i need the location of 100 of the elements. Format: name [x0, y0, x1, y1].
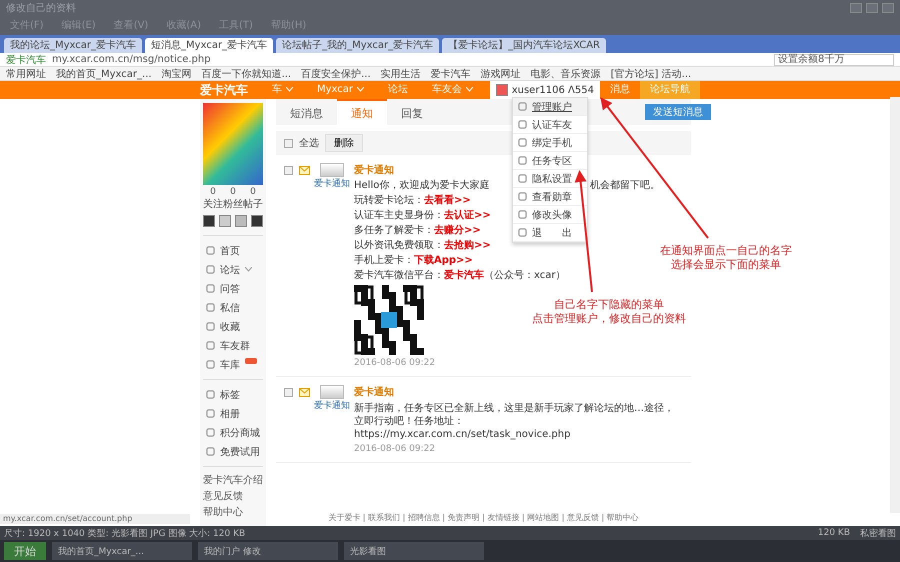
sidebar-item[interactable]: 私信: [203, 299, 263, 316]
nav-icon: [206, 409, 215, 418]
search-field[interactable]: 设置余额8千万: [774, 54, 894, 66]
sidebar-item[interactable]: 车友群: [203, 337, 263, 354]
sidebar-link[interactable]: 论坛: [220, 262, 240, 276]
status-url: my.xcar.com.cn/set/account.php: [0, 514, 190, 524]
notice-text: 爱卡汽车微信平台：爱卡汽车（公众号：xcar）: [354, 270, 566, 282]
notice-link[interactable]: 去赚分>>: [434, 225, 481, 236]
browser-tab[interactable]: 我的论坛_Myxcar_爱卡汽车: [4, 38, 142, 53]
notice-link[interactable]: 去抢购>>: [444, 240, 491, 251]
notice-avatar: [320, 163, 344, 177]
notice-text: 机会都留下吧。: [590, 180, 660, 192]
select-all-checkbox[interactable]: [284, 138, 293, 148]
bookmark-link[interactable]: 常用网址: [6, 67, 46, 80]
nav-icon: [206, 390, 215, 399]
sidebar-item[interactable]: 论坛: [203, 261, 263, 278]
site-label: 爱卡汽车: [6, 54, 46, 66]
viewer-button[interactable]: 私密看图: [860, 526, 896, 540]
sidebar-link[interactable]: 问答: [220, 282, 240, 296]
image-info: 尺寸: 1920 x 1040 类型: 光影看图 JPG 图像 大小: 120 KB: [4, 528, 246, 540]
envelope-icon: [299, 388, 310, 397]
notice-text: 认证车主史显身份：去认证>>: [354, 210, 491, 222]
sidebar-link[interactable]: 积分商城: [220, 426, 260, 440]
dropdown-item[interactable]: 绑定手机: [513, 134, 587, 152]
minimize-button[interactable]: [850, 2, 862, 12]
bookmark-link[interactable]: 我的首页_Myxcar_...: [56, 67, 152, 80]
sidebar-link[interactable]: 标签: [220, 388, 240, 402]
message-tab[interactable]: 短消息: [276, 99, 337, 125]
sidebar-footer-link[interactable]: 爱卡汽车介绍: [203, 473, 263, 487]
browser-tab[interactable]: 【爱卡论坛】_国内汽车论坛XCAR: [442, 38, 606, 53]
bookmark-link[interactable]: 百度一下你就知道...: [202, 67, 292, 80]
avatar-caption: 爱卡通知: [314, 400, 350, 412]
dropdown-item[interactable]: 退 出: [513, 224, 587, 242]
bookmark-link[interactable]: 淘宝网: [162, 67, 192, 80]
user-menu-button[interactable]: xuser1106 Λ554: [490, 81, 600, 99]
annotation-text: 自己名字下隐藏的菜单 点击管理账户，修改自己的资料: [532, 298, 686, 326]
sidebar-link[interactable]: 车库: [220, 358, 240, 372]
nav-icon: [206, 341, 215, 350]
nav-icon: [206, 447, 215, 456]
envelope-icon: [299, 166, 310, 175]
notice-avatar: [320, 385, 344, 399]
bookmark-link[interactable]: [官方论坛] 活动...: [610, 67, 692, 80]
url-field[interactable]: my.xcar.com.cn/msg/notice.php: [52, 54, 768, 65]
bookmark-link[interactable]: 实用生活: [380, 67, 421, 80]
sidebar-footer-link[interactable]: 意见反馈: [203, 489, 263, 503]
nav-icon: [206, 246, 215, 255]
select-all-label[interactable]: 全选: [299, 136, 319, 150]
sidebar-item[interactable]: 首页: [203, 242, 263, 259]
dropdown-item[interactable]: 管理账户: [513, 98, 587, 116]
notice-text: Hello你，欢迎成为爱卡大家庭: [354, 180, 490, 192]
sidebar-link[interactable]: 相册: [220, 406, 240, 420]
sidebar-link[interactable]: 收藏: [220, 320, 240, 334]
notice-checkbox[interactable]: [284, 166, 293, 175]
dropdown-item[interactable]: 隐私设置: [513, 170, 587, 188]
stat-label[interactable]: 粉丝: [223, 197, 243, 211]
sidebar-item[interactable]: 车库: [203, 356, 263, 373]
sidebar-item[interactable]: 收藏: [203, 318, 263, 335]
bookmark-link[interactable]: 游戏网址: [480, 67, 521, 80]
browser-tab[interactable]: 短消息_Myxcar_爱卡汽车: [145, 38, 274, 53]
bookmark-link[interactable]: 百度安全保护...: [301, 67, 371, 80]
notice-text: 手机上爱卡：下载App>>: [354, 255, 473, 267]
notice-link[interactable]: 爱卡汽车: [444, 270, 484, 281]
notice-text: 玩转爱卡论坛：去看看>>: [354, 195, 471, 207]
message-tab[interactable]: 回复: [387, 99, 437, 125]
notice-text: 多任务了解爱卡：去赚分>>: [354, 225, 481, 237]
taskbar-item[interactable]: 我的首页_Myxcar_...: [52, 542, 192, 560]
taskbar-item[interactable]: 光影看图: [344, 542, 484, 560]
bookmark-link[interactable]: 电影、音乐资源: [530, 67, 601, 80]
browser-tab[interactable]: 论坛帖子_我的_Myxcar_爱卡汽车: [276, 38, 440, 53]
nav-icon: [206, 265, 215, 274]
sidebar-link[interactable]: 私信: [220, 300, 240, 314]
sidebar-footer-link[interactable]: 帮助中心: [203, 505, 263, 519]
start-button[interactable]: 开始: [4, 542, 46, 560]
scrollbar[interactable]: [890, 97, 900, 513]
sidebar-link[interactable]: 免费试用: [220, 444, 260, 458]
notice-checkbox[interactable]: [284, 388, 293, 397]
dropdown-item[interactable]: 任务专区: [513, 152, 587, 170]
bookmark-link[interactable]: 爱卡汽车: [430, 67, 471, 80]
dropdown-item[interactable]: 修改头像: [513, 206, 587, 224]
dropdown-item[interactable]: 认证车友: [513, 116, 587, 134]
sidebar-link[interactable]: 首页: [220, 244, 240, 258]
nav-icon: [206, 360, 215, 369]
nav-icon: [206, 428, 215, 437]
taskbar-item[interactable]: 我的门户 修改: [198, 542, 338, 560]
stat-label[interactable]: 帖子: [243, 197, 263, 211]
notice-link[interactable]: 去认证>>: [444, 210, 491, 221]
delete-button[interactable]: 删除: [325, 134, 363, 152]
banner-image[interactable]: [203, 103, 263, 185]
sidebar-link[interactable]: 车友群: [220, 338, 250, 352]
maximize-button[interactable]: [866, 2, 878, 12]
close-button[interactable]: [882, 2, 894, 12]
window-title: 修改自己的资料: [6, 2, 76, 14]
caret-icon[interactable]: [245, 267, 252, 272]
notice-date: 2016-08-06 09:22: [354, 358, 436, 368]
notice-link[interactable]: 去看看>>: [424, 195, 471, 206]
sidebar-item[interactable]: 问答: [203, 280, 263, 297]
stat-label[interactable]: 关注: [203, 197, 223, 211]
dropdown-item[interactable]: 查看勋章: [513, 188, 587, 206]
notice-link[interactable]: 下载App>>: [414, 255, 473, 266]
avatar-caption: 爱卡通知: [314, 178, 350, 190]
